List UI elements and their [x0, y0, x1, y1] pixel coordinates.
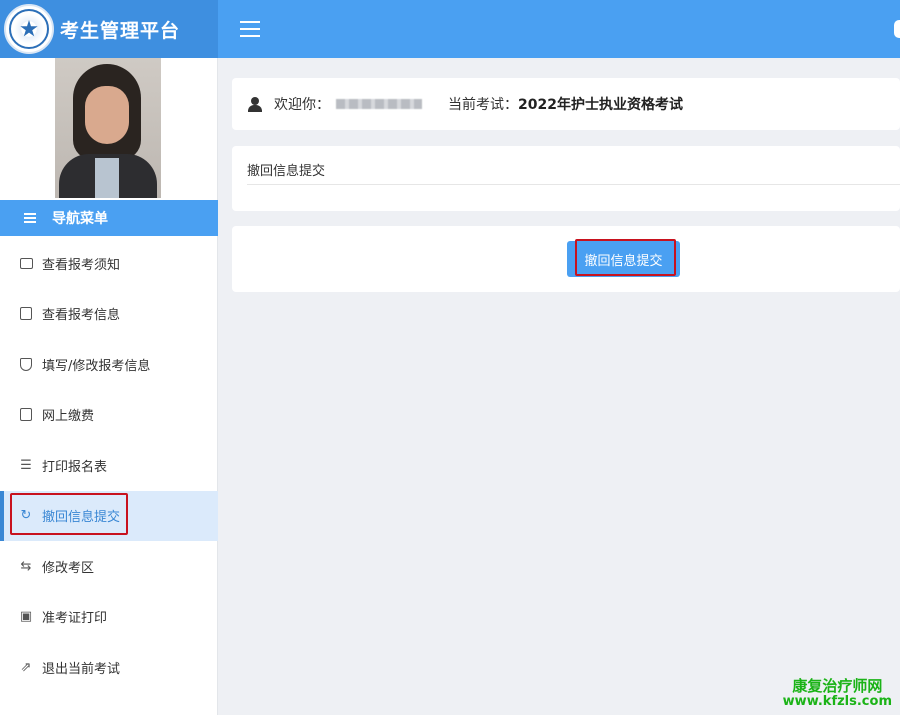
- nav-item-label: 打印报名表: [42, 459, 108, 475]
- message-square-icon: [19, 256, 33, 270]
- document-icon: [19, 307, 33, 321]
- watermark: 康复治疗师网 www.kfzls.com: [783, 678, 892, 709]
- divider: [247, 184, 900, 185]
- watermark-url: www.kfzls.com: [782, 693, 892, 709]
- nav-item-view-registration[interactable]: 查看报考信息: [0, 289, 218, 340]
- nav-item-exit-exam[interactable]: ⇗ 退出当前考试: [0, 642, 218, 693]
- logo-bar: 考生管理平台: [0, 0, 218, 58]
- nav-menu-header: 导航菜单: [0, 200, 218, 236]
- candidate-photo: [55, 58, 161, 198]
- app-title: 考生管理平台: [60, 19, 181, 42]
- sidebar: 导航菜单 查看报考须知 查看报考信息 填写/修改报考信息 网上缴费 ☰ 打印报名…: [0, 58, 218, 715]
- nav-item-label: 网上缴费: [42, 409, 95, 425]
- nav-item-label: 查看报考须知: [42, 257, 121, 273]
- shield-icon: [19, 357, 33, 371]
- action-card: 撤回信息提交: [232, 226, 900, 292]
- nav-item-label: 填写/修改报考信息: [42, 358, 151, 374]
- menu-icon: [24, 213, 36, 223]
- nav-item-change-exam-area[interactable]: ⇆ 修改考区: [0, 541, 218, 592]
- swap-icon: ⇆: [20, 558, 32, 574]
- nav-item-print-form[interactable]: ☰ 打印报名表: [0, 440, 218, 491]
- welcome-label: 欢迎你：: [274, 97, 330, 113]
- current-exam-name: 2022年护士执业资格考试: [518, 97, 683, 113]
- welcome-card: 欢迎你： 当前考试： 2022年护士执业资格考试: [232, 78, 900, 130]
- nav-item-online-payment[interactable]: 网上缴费: [0, 390, 218, 441]
- document-icon: [19, 408, 33, 422]
- nav-item-label: 撤回信息提交: [42, 510, 121, 526]
- top-bar: [218, 0, 900, 58]
- image-icon: ▣: [19, 609, 33, 625]
- withdraw-submission-button[interactable]: 撤回信息提交: [567, 241, 680, 277]
- username-blurred: [336, 99, 422, 109]
- nav-item-label: 准考证打印: [42, 611, 108, 627]
- nav-item-label: 退出当前考试: [42, 661, 121, 677]
- nav-list: 查看报考须知 查看报考信息 填写/修改报考信息 网上缴费 ☰ 打印报名表 ↻ 撤…: [0, 238, 218, 693]
- menu-toggle-icon[interactable]: [240, 21, 260, 37]
- school-logo: [4, 4, 54, 54]
- watermark-title: 康复治疗师网: [792, 677, 883, 696]
- user-menu-icon[interactable]: [894, 20, 900, 38]
- external-link-icon: ⇗: [20, 659, 32, 675]
- nav-item-withdraw-submission[interactable]: ↻ 撤回信息提交: [0, 490, 218, 541]
- form-edit-icon: ☰: [20, 457, 32, 473]
- nav-item-label: 修改考区: [42, 560, 95, 576]
- nav-menu-title: 导航菜单: [52, 211, 108, 227]
- nav-item-label: 查看报考信息: [42, 308, 121, 324]
- section-title: 撤回信息提交: [247, 164, 326, 179]
- user-icon: [248, 97, 262, 112]
- section-card: 撤回信息提交: [232, 146, 900, 211]
- current-exam-label: 当前考试：: [448, 97, 518, 113]
- nav-item-edit-registration[interactable]: 填写/修改报考信息: [0, 339, 218, 390]
- refresh-icon: ↻: [20, 508, 32, 524]
- nav-item-print-admission-ticket[interactable]: ▣ 准考证打印: [0, 592, 218, 643]
- nav-item-exam-notice[interactable]: 查看报考须知: [0, 238, 218, 289]
